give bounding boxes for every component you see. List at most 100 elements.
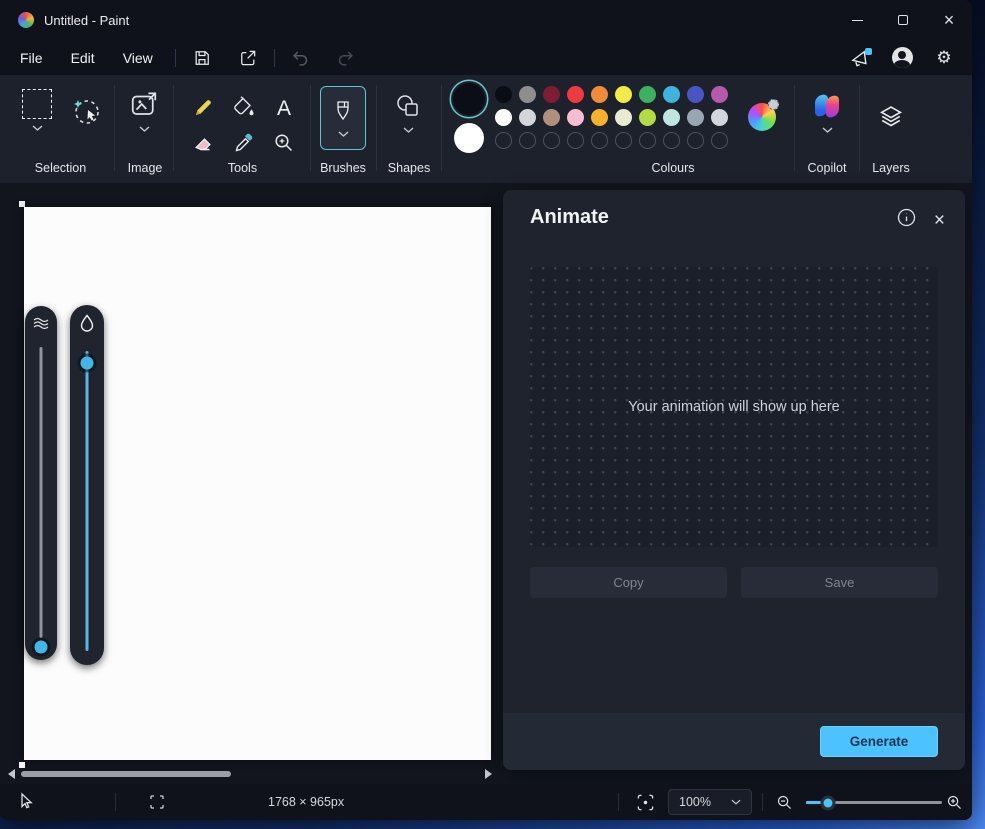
opacity-slider-track[interactable]	[85, 351, 89, 651]
palette-empty-slot[interactable]	[543, 132, 560, 149]
copilot-button[interactable]	[814, 93, 840, 133]
palette-empty-slot[interactable]	[711, 132, 728, 149]
generate-button[interactable]: Generate	[820, 726, 938, 757]
palette-colour[interactable]	[663, 109, 680, 126]
save-button[interactable]	[184, 44, 220, 72]
account-button[interactable]	[884, 44, 920, 72]
brush-size-slider	[25, 306, 57, 660]
scroll-right-icon[interactable]	[485, 769, 492, 779]
zoom-dropdown[interactable]: 100%	[668, 789, 752, 815]
pencil-tool-button[interactable]	[192, 95, 216, 124]
maximize-button[interactable]	[880, 0, 926, 40]
palette-colour[interactable]	[543, 86, 560, 103]
shapes-button[interactable]	[394, 93, 422, 133]
close-button[interactable]: ×	[926, 0, 972, 40]
palette-colour[interactable]	[711, 109, 728, 126]
chevron-down-icon	[403, 127, 413, 133]
group-selection: Selection	[8, 75, 113, 183]
panel-close-button[interactable]: ×	[934, 211, 945, 230]
scrollbar-thumb[interactable]	[21, 771, 231, 777]
brushes-button[interactable]	[320, 86, 366, 150]
palette-colour[interactable]	[639, 109, 656, 126]
undo-button[interactable]	[283, 44, 319, 72]
palette-empty-slot[interactable]	[639, 132, 656, 149]
selection-size-icon	[149, 794, 165, 813]
droplet-icon	[80, 314, 94, 332]
ribbon-separator	[376, 85, 377, 171]
zoom-in-button[interactable]	[946, 794, 963, 814]
palette-colour[interactable]	[543, 109, 560, 126]
palette-empty-slot[interactable]	[591, 132, 608, 149]
palette-colour[interactable]	[639, 86, 656, 103]
preview-placeholder-text: Your animation will show up here	[628, 399, 840, 415]
scroll-left-icon[interactable]	[8, 769, 15, 779]
share-button[interactable]	[230, 44, 266, 72]
palette-colour[interactable]	[687, 86, 704, 103]
ai-select-button[interactable]	[70, 95, 102, 132]
save-animation-button[interactable]: Save	[741, 567, 938, 598]
notification-dot	[865, 47, 872, 55]
group-layers: Layers	[862, 75, 920, 183]
colour-palette	[495, 86, 728, 149]
settings-button[interactable]: ⚙	[926, 44, 962, 72]
shapes-label: Shapes	[387, 161, 431, 175]
palette-empty-slot[interactable]	[495, 132, 512, 149]
redo-button[interactable]	[327, 44, 363, 72]
zoom-slider-thumb[interactable]	[820, 795, 836, 810]
window-title: Untitled - Paint	[44, 12, 130, 28]
eraser-tool-button[interactable]	[192, 131, 216, 160]
palette-empty-slot[interactable]	[567, 132, 584, 149]
text-tool-button[interactable]: A	[277, 97, 291, 121]
menu-separator	[174, 48, 176, 67]
palette-empty-slot[interactable]	[519, 132, 536, 149]
palette-colour[interactable]	[591, 109, 608, 126]
close-icon: ×	[943, 9, 955, 30]
foreground-colour-swatch[interactable]	[453, 83, 485, 115]
zoom-in-icon	[947, 795, 961, 809]
copy-button[interactable]: Copy	[530, 567, 727, 598]
cursor-position-icon	[18, 791, 34, 813]
menu-file[interactable]: File	[6, 45, 57, 71]
palette-empty-slot[interactable]	[615, 132, 632, 149]
rect-select-button[interactable]	[22, 89, 52, 131]
zoom-slider[interactable]	[806, 795, 942, 810]
zoom-out-button[interactable]	[776, 794, 793, 814]
image-menu-button[interactable]	[129, 89, 159, 132]
palette-colour[interactable]	[567, 86, 584, 103]
info-button[interactable]	[897, 208, 916, 232]
palette-colour[interactable]	[663, 86, 680, 103]
size-slider-thumb[interactable]	[34, 640, 48, 654]
eyedropper-tool-button[interactable]	[232, 131, 256, 160]
palette-colour[interactable]	[591, 86, 608, 103]
menu-edit[interactable]: Edit	[57, 45, 109, 71]
background-colour-swatch[interactable]	[454, 123, 484, 153]
animate-panel: Animate × Your animation will show up he…	[503, 190, 965, 770]
fill-tool-button[interactable]	[232, 95, 256, 124]
palette-colour[interactable]	[687, 109, 704, 126]
fit-to-screen-button[interactable]	[636, 793, 655, 815]
opacity-slider-thumb[interactable]	[80, 356, 94, 370]
palette-colour[interactable]	[711, 86, 728, 103]
opacity-slider	[70, 305, 104, 665]
animation-preview: Your animation will show up here	[530, 267, 938, 547]
palette-empty-slot[interactable]	[687, 132, 704, 149]
palette-colour[interactable]	[519, 86, 536, 103]
palette-colour[interactable]	[519, 109, 536, 126]
minimize-button[interactable]	[834, 0, 880, 40]
palette-colour[interactable]	[615, 109, 632, 126]
horizontal-scrollbar[interactable]	[8, 768, 492, 780]
palette-empty-slot[interactable]	[663, 132, 680, 149]
size-slider-track[interactable]	[39, 347, 43, 638]
layers-button[interactable]	[877, 103, 905, 136]
scrollbar-track[interactable]	[19, 770, 481, 778]
copilot-label: Copilot	[807, 161, 847, 175]
fit-screen-icon	[637, 794, 654, 811]
palette-colour[interactable]	[615, 86, 632, 103]
image-icon	[131, 92, 157, 115]
magnifier-tool-button[interactable]	[272, 131, 296, 160]
feedback-button[interactable]	[842, 44, 878, 72]
palette-colour[interactable]	[495, 109, 512, 126]
palette-colour[interactable]	[495, 86, 512, 103]
menu-view[interactable]: View	[109, 45, 167, 71]
palette-colour[interactable]	[567, 109, 584, 126]
